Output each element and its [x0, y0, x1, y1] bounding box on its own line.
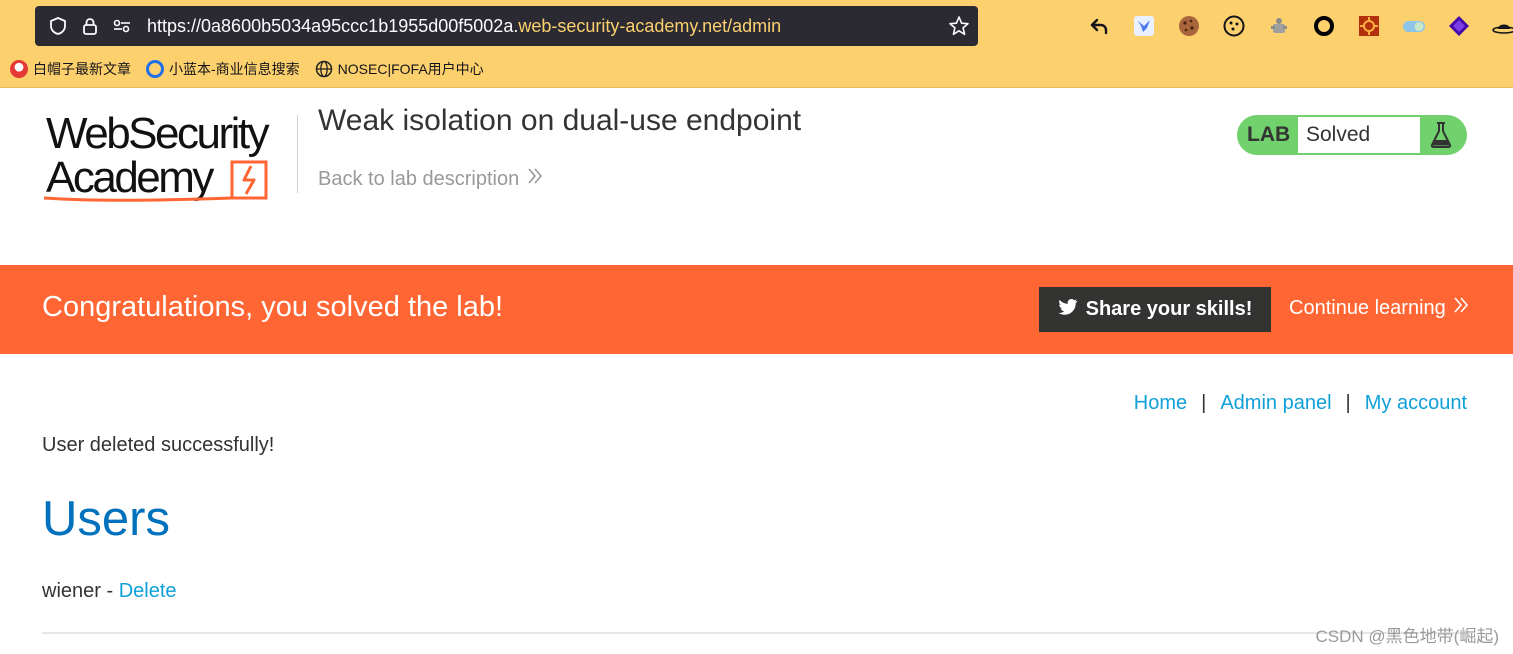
logo-bolt-icon [44, 160, 268, 202]
back-arrow-icon[interactable] [1086, 13, 1112, 39]
header-divider [297, 115, 298, 193]
url-text[interactable]: https://0a8600b5034a95ccc1b1955d00f5002a… [147, 16, 781, 37]
double-chevron-right-icon [1453, 296, 1469, 320]
bookmark-xiaolanben[interactable]: 小蓝本-商业信息搜索 [146, 59, 300, 79]
back-link-label: Back to lab description [318, 167, 520, 190]
permissions-icon[interactable] [111, 15, 133, 37]
nav-separator: | [1345, 392, 1351, 414]
lab-badge: LAB [1247, 123, 1291, 146]
solved-banner: Congratulations, you solved the lab! Sha… [0, 265, 1513, 354]
twitter-icon [1058, 298, 1078, 322]
bookmarks-bar: 白帽子最新文章 小蓝本-商业信息搜索 NOSEC|FOFA用户中心 [10, 57, 499, 81]
extension-toolbar [1086, 12, 1513, 40]
url-domain: web-security-academy.net [518, 15, 728, 36]
double-chevron-right-icon [527, 167, 543, 191]
continue-learning-label: Continue learning [1289, 296, 1446, 319]
xiaolanben-icon [146, 60, 164, 78]
web-security-academy-logo[interactable]: WebSecurity Academy [44, 110, 294, 206]
bookmark-star-icon[interactable] [948, 15, 970, 42]
bookmark-label: NOSEC|FOFA用户中心 [337, 61, 484, 77]
share-skills-button[interactable]: Share your skills! [1039, 287, 1271, 332]
nav-admin-panel-link[interactable]: Admin panel [1220, 392, 1331, 415]
content-divider [42, 632, 1467, 634]
nav-separator: | [1201, 392, 1207, 414]
account-nav: Home | Admin panel | My account [1134, 392, 1467, 415]
toggle-icon[interactable] [1401, 13, 1427, 39]
lock-icon[interactable] [79, 15, 101, 37]
baimaozi-icon [10, 60, 28, 78]
address-bar[interactable]: https://0a8600b5034a95ccc1b1955d00f5002a… [35, 6, 978, 46]
wappalyzer-icon[interactable] [1446, 13, 1472, 39]
delete-user-link[interactable]: Delete [119, 580, 177, 602]
lab-title: Weak isolation on dual-use endpoint [318, 104, 802, 137]
cookie-outline-icon[interactable] [1221, 13, 1247, 39]
flask-icon [1429, 121, 1453, 154]
lab-status-widget: LAB Solved [1237, 115, 1467, 155]
hat-icon[interactable] [1491, 13, 1513, 39]
globe-icon [315, 60, 333, 78]
ring-icon[interactable] [1311, 13, 1337, 39]
user-list-item: wiener - Delete [42, 580, 177, 603]
burp-icon[interactable] [1356, 13, 1382, 39]
bookmark-label: 小蓝本-商业信息搜索 [169, 61, 300, 77]
share-button-label: Share your skills! [1085, 298, 1253, 320]
shield-icon[interactable] [47, 15, 69, 37]
url-path: /admin [727, 15, 782, 36]
users-heading: Users [42, 492, 170, 546]
back-to-lab-description-link[interactable]: Back to lab description [318, 167, 543, 191]
user-separator: - [100, 580, 119, 602]
nav-home-link[interactable]: Home [1134, 392, 1187, 415]
puzzle-icon[interactable] [1266, 13, 1292, 39]
browser-toolbar: https://0a8600b5034a95ccc1b1955d00f5002a… [0, 0, 1513, 88]
bookmark-baimaozi[interactable]: 白帽子最新文章 [10, 59, 131, 79]
bookmark-fofa[interactable]: NOSEC|FOFA用户中心 [315, 59, 484, 79]
continue-learning-link[interactable]: Continue learning [1289, 296, 1469, 320]
bookmark-label: 白帽子最新文章 [33, 61, 131, 77]
congratulations-message: Congratulations, you solved the lab! [42, 291, 504, 323]
user-name: wiener [42, 580, 101, 602]
status-message: User deleted successfully! [42, 434, 275, 456]
bird-extension-icon[interactable] [1131, 13, 1157, 39]
csdn-watermark: CSDN @黑色地带(崛起) [1315, 627, 1499, 646]
lab-status-text: Solved [1298, 117, 1420, 153]
cookie-icon[interactable] [1176, 13, 1202, 39]
nav-my-account-link[interactable]: My account [1365, 392, 1467, 415]
